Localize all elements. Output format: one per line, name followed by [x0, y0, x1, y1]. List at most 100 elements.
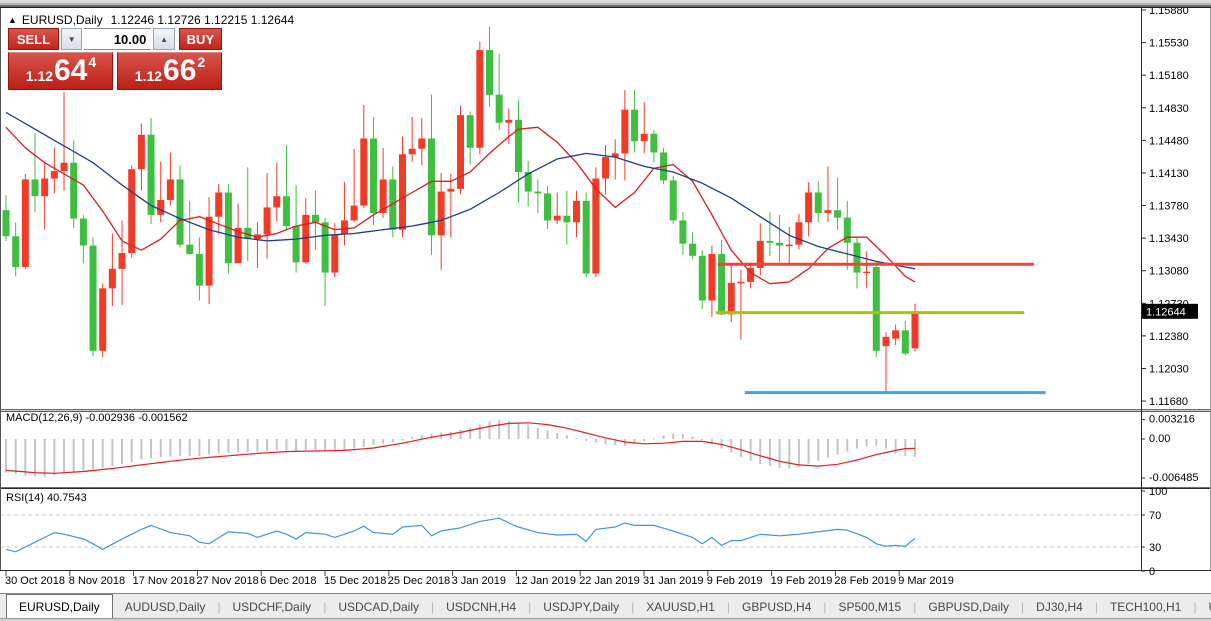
macd-histogram-bar	[189, 439, 191, 456]
candle-body	[177, 179, 184, 244]
symbol-timeframe-label: EURUSD,Daily	[22, 13, 103, 27]
macd-histogram-bar	[247, 439, 249, 452]
buy-price-button[interactable]: 1.12 66 2	[117, 52, 222, 90]
candle-body	[138, 135, 145, 169]
trading-platform-window: 1.158801.155301.151801.148301.144801.141…	[0, 0, 1211, 621]
candle-body	[167, 179, 174, 199]
macd-histogram-bar	[479, 425, 481, 439]
quick-trade-panel: SELL ▼ ▲ BUY 1.12 64 4 1.12 66 2	[8, 28, 222, 90]
tab-usdjpy-daily[interactable]: USDJPY,Daily	[531, 594, 631, 619]
price-tick-label: 1.15530	[1149, 38, 1189, 50]
candle-body	[351, 206, 358, 221]
volume-input[interactable]	[84, 28, 151, 50]
tab-audusd-daily[interactable]: AUDUSD,Daily	[113, 594, 218, 619]
candle-body	[476, 50, 483, 148]
macd-histogram-bar	[430, 434, 432, 439]
tab-ukc[interactable]: UKC	[1196, 594, 1211, 619]
candle-body	[409, 149, 416, 155]
candle-body	[32, 179, 39, 196]
candle-body	[554, 216, 561, 221]
volume-increase-button[interactable]: ▲	[153, 28, 174, 50]
macd-histogram-bar	[324, 439, 326, 451]
price-tick-label: 1.13780	[1149, 201, 1189, 213]
sell-price-button[interactable]: 1.12 64 4	[8, 52, 113, 90]
symbol-expander-icon[interactable]: ▲	[8, 15, 17, 25]
candle-body	[486, 50, 493, 95]
macd-histogram-bar	[5, 439, 7, 473]
tab-xauusd-h1[interactable]: XAUUSD,H1	[634, 594, 727, 619]
macd-histogram-bar	[256, 439, 258, 452]
chart-tab-bar: EURUSD,DailyAUDUSD,Daily|USDCHF,Daily|US…	[0, 593, 1211, 619]
tab-eurusd-daily[interactable]: EURUSD,Daily	[6, 594, 113, 619]
macd-histogram-bar	[459, 430, 461, 439]
candle-body	[805, 192, 812, 222]
macd-histogram-bar	[750, 439, 752, 461]
candle-body	[331, 234, 338, 272]
macd-histogram-bar	[276, 439, 278, 450]
volume-decrease-button[interactable]: ▼	[61, 28, 82, 50]
candle-body	[186, 245, 193, 254]
candle-body	[41, 179, 48, 197]
macd-histogram-bar	[411, 437, 413, 439]
date-tick-label: 9 Mar 2019	[898, 575, 954, 587]
candle-body	[592, 179, 599, 274]
buy-button[interactable]: BUY	[179, 28, 222, 50]
macd-histogram-bar	[595, 439, 597, 443]
rsi-tick-label: 30	[1149, 542, 1161, 554]
candle-body	[12, 236, 19, 267]
macd-histogram-bar	[875, 439, 877, 446]
tab-gbpusd-h4[interactable]: GBPUSD,H4	[730, 594, 823, 619]
candle-body	[128, 169, 135, 253]
candle-body	[109, 269, 116, 289]
macd-histogram-bar	[672, 434, 674, 439]
sell-button[interactable]: SELL	[8, 28, 59, 50]
macd-histogram-bar	[266, 439, 268, 451]
candle-body	[273, 196, 280, 207]
macd-histogram-bar	[798, 439, 800, 467]
macd-histogram-bar	[73, 439, 75, 472]
date-tick-label: 19 Feb 2019	[771, 575, 833, 587]
current-price-label: 1.12644	[1146, 306, 1186, 318]
tab-sp500-m15[interactable]: SP500,M15	[827, 594, 914, 619]
tab-usdcad-daily[interactable]: USDCAD,Daily	[326, 594, 431, 619]
chart-canvas[interactable]: 1.158801.155301.151801.148301.144801.141…	[0, 0, 1211, 621]
candle-body	[70, 163, 77, 219]
macd-histogram-bar	[837, 439, 839, 455]
macd-tick-label: -0.006485	[1149, 472, 1199, 484]
tab-usdchf-daily[interactable]: USDCHF,Daily	[221, 594, 324, 619]
price-tick-label: 1.14130	[1149, 168, 1189, 180]
macd-histogram-bar	[450, 432, 452, 439]
macd-histogram-bar	[643, 439, 645, 441]
date-tick-label: 28 Feb 2019	[834, 575, 896, 587]
candle-body	[341, 220, 348, 234]
macd-histogram-bar	[208, 439, 210, 455]
macd-histogram-bar	[179, 439, 181, 456]
macd-histogram-bar	[788, 439, 790, 468]
macd-histogram-bar	[24, 439, 26, 476]
rsi-tick-label: 100	[1149, 486, 1167, 498]
macd-tick-label: 0.00	[1149, 433, 1170, 445]
tab-dj30-h4[interactable]: DJ30,H4	[1024, 594, 1095, 619]
tab-usdcnh-h4[interactable]: USDCNH,H4	[434, 594, 528, 619]
macd-histogram-bar	[904, 439, 906, 456]
macd-histogram-bar	[653, 438, 655, 439]
candle-body	[583, 201, 590, 274]
candle-body	[438, 192, 445, 236]
candle-body	[447, 189, 454, 192]
date-tick-label: 25 Dec 2018	[388, 575, 450, 587]
candle-body	[3, 210, 10, 236]
tab-tech100-h1[interactable]: TECH100,H1	[1098, 594, 1193, 619]
macd-tick-label: 0.003216	[1149, 414, 1195, 426]
candle-body	[824, 210, 831, 213]
candle-body	[815, 192, 822, 212]
candle-body	[621, 110, 628, 154]
tab-gbpusd-daily[interactable]: GBPUSD,Daily	[916, 594, 1021, 619]
candle-body	[699, 256, 706, 301]
candle-body	[728, 283, 735, 315]
macd-histogram-bar	[489, 422, 491, 439]
candle-body	[99, 288, 106, 350]
macd-histogram-bar	[846, 439, 848, 452]
candle-body	[206, 217, 213, 286]
candle-body	[428, 138, 435, 235]
trade-row-top: SELL ▼ ▲ BUY	[8, 28, 222, 50]
